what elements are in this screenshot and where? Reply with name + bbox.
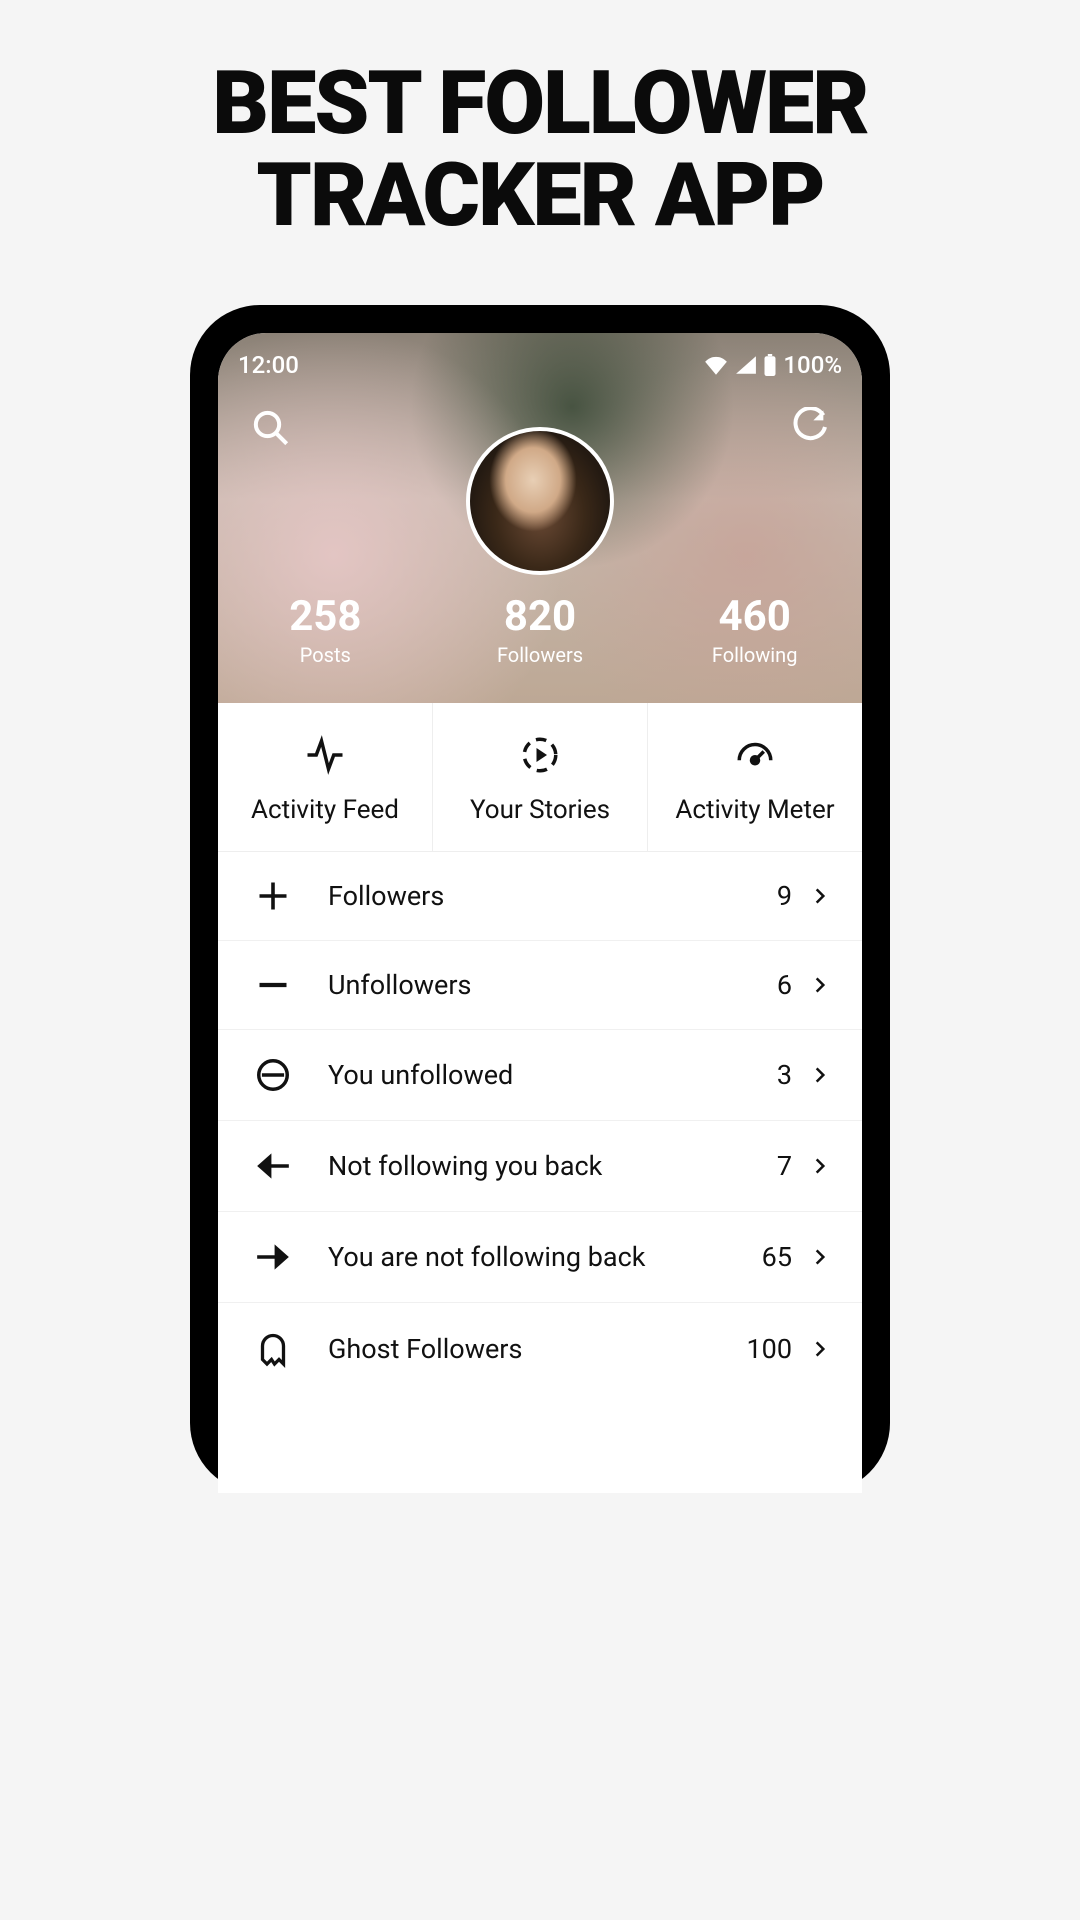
- hero-line-2: TRACKER APP: [256, 144, 823, 247]
- your-stories-icon: [443, 733, 637, 777]
- row-you-not-following-back-label: You are not following back: [300, 1241, 762, 1273]
- search-button[interactable]: [244, 401, 296, 453]
- phone-frame: 12:00 100% 258: [190, 305, 890, 1493]
- metrics-list: Followers 9 Unfollowers 6: [218, 852, 862, 1395]
- activity-feed-icon: [228, 733, 422, 777]
- stat-following-label: Following: [647, 643, 862, 667]
- status-right: 100%: [703, 351, 842, 379]
- avatar[interactable]: [466, 427, 614, 575]
- phone-screen: 12:00 100% 258: [218, 333, 862, 1493]
- chevron-right-icon: [806, 1339, 834, 1359]
- stat-followers[interactable]: 820 Followers: [433, 592, 648, 667]
- status-bar: 12:00 100%: [218, 351, 862, 379]
- refresh-icon: [790, 407, 830, 447]
- chevron-right-icon: [806, 886, 834, 906]
- row-you-unfollowed[interactable]: You unfollowed 3: [218, 1030, 862, 1121]
- stat-following-value: 460: [647, 592, 862, 641]
- battery-percent: 100%: [783, 351, 842, 379]
- tab-activity-feed[interactable]: Activity Feed: [218, 703, 433, 851]
- chevron-right-icon: [806, 975, 834, 995]
- cell-signal-icon: [735, 355, 757, 375]
- minus-icon: [246, 967, 300, 1003]
- tab-activity-meter-label: Activity Meter: [658, 795, 852, 825]
- profile-header: 12:00 100% 258: [218, 333, 862, 703]
- tabs: Activity Feed Your Stories Activity Mete…: [218, 703, 862, 852]
- refresh-button[interactable]: [784, 401, 836, 453]
- row-unfollowers-count: 6: [777, 969, 806, 1001]
- row-ghost-followers-count: 100: [746, 1333, 806, 1365]
- row-followers[interactable]: Followers 9: [218, 852, 862, 941]
- tab-your-stories-label: Your Stories: [443, 795, 637, 825]
- battery-icon: [763, 354, 777, 376]
- stat-posts[interactable]: 258 Posts: [218, 592, 433, 667]
- stat-posts-label: Posts: [218, 643, 433, 667]
- ghost-icon: [246, 1329, 300, 1369]
- row-unfollowers-label: Unfollowers: [300, 969, 777, 1001]
- circle-minus-icon: [246, 1056, 300, 1094]
- status-time: 12:00: [238, 351, 299, 379]
- row-followers-count: 9: [777, 880, 806, 912]
- plus-icon: [246, 878, 300, 914]
- row-ghost-followers[interactable]: Ghost Followers 100: [218, 1303, 862, 1395]
- stat-following[interactable]: 460 Following: [647, 592, 862, 667]
- chevron-right-icon: [806, 1247, 834, 1267]
- arrow-right-icon: [246, 1238, 300, 1276]
- row-you-not-following-back-count: 65: [762, 1241, 806, 1273]
- stat-posts-value: 258: [218, 592, 433, 641]
- stat-followers-label: Followers: [433, 643, 648, 667]
- tab-activity-meter[interactable]: Activity Meter: [648, 703, 862, 851]
- stat-followers-value: 820: [433, 592, 648, 641]
- tab-activity-feed-label: Activity Feed: [228, 795, 422, 825]
- row-you-unfollowed-label: You unfollowed: [300, 1059, 777, 1091]
- row-you-unfollowed-count: 3: [777, 1059, 806, 1091]
- hero-line-1: BEST FOLLOWER: [212, 52, 867, 155]
- row-not-following-you-back-label: Not following you back: [300, 1150, 777, 1182]
- row-you-not-following-back[interactable]: You are not following back 65: [218, 1212, 862, 1303]
- profile-stats: 258 Posts 820 Followers 460 Following: [218, 592, 862, 667]
- hero-title: BEST FOLLOWER TRACKER APP: [0, 0, 1080, 243]
- row-followers-label: Followers: [300, 880, 777, 912]
- row-unfollowers[interactable]: Unfollowers 6: [218, 941, 862, 1030]
- arrow-left-icon: [246, 1147, 300, 1185]
- tab-your-stories[interactable]: Your Stories: [433, 703, 648, 851]
- search-icon: [250, 407, 290, 447]
- row-not-following-you-back[interactable]: Not following you back 7: [218, 1121, 862, 1212]
- activity-meter-icon: [658, 733, 852, 777]
- chevron-right-icon: [806, 1156, 834, 1176]
- row-not-following-you-back-count: 7: [777, 1150, 806, 1182]
- chevron-right-icon: [806, 1065, 834, 1085]
- wifi-icon: [703, 355, 729, 375]
- row-ghost-followers-label: Ghost Followers: [300, 1333, 746, 1365]
